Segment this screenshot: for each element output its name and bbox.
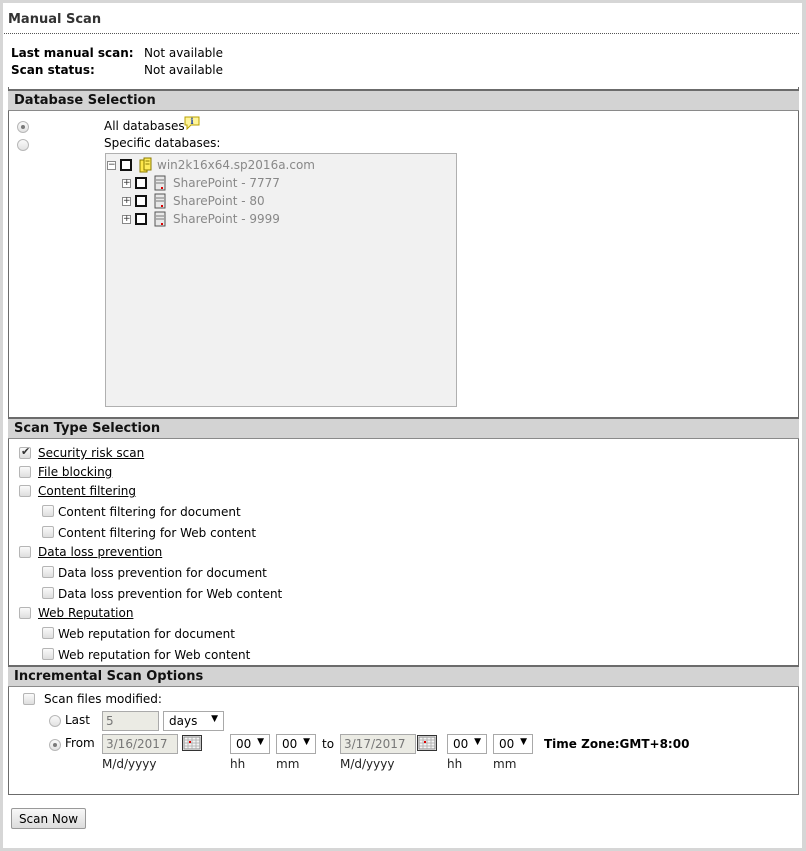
content-filtering-checkbox[interactable] (19, 485, 31, 497)
data-loss-prevention-checkbox[interactable] (19, 546, 31, 558)
database-icon (154, 175, 166, 191)
from-hour-value: 00 (236, 737, 252, 751)
expand-icon[interactable]: + (122, 197, 131, 206)
collapse-icon[interactable]: − (107, 161, 116, 170)
info-icon[interactable]: i (184, 116, 200, 130)
web-reputation-link[interactable]: Web Reputation (38, 606, 133, 620)
title-divider (4, 33, 799, 34)
web-reputation-document-checkbox[interactable] (42, 627, 54, 639)
dropdown-arrow-icon: ▼ (303, 737, 310, 747)
server-checkbox[interactable] (120, 159, 132, 171)
incremental-scan-heading: Incremental Scan Options (8, 665, 799, 687)
page-title: Manual Scan (8, 12, 102, 27)
from-minute-hint: mm (276, 757, 300, 771)
dropdown-arrow-icon: ▼ (257, 737, 264, 747)
file-blocking-checkbox[interactable] (19, 466, 31, 478)
to-minute-hint: mm (493, 757, 517, 771)
last-radio[interactable] (49, 715, 61, 727)
to-hour-select[interactable]: 00 ▼ (447, 734, 487, 754)
all-databases-radio[interactable] (17, 121, 29, 133)
web-reputation-web-checkbox[interactable] (42, 648, 54, 660)
scan-status-row: Scan status: Not available (11, 63, 223, 77)
from-minute-select[interactable]: 00 ▼ (276, 734, 316, 754)
database-label[interactable]: SharePoint - 7777 (173, 176, 280, 190)
scan-files-modified-label: Scan files modified: (44, 692, 162, 706)
database-checkbox[interactable] (135, 213, 147, 225)
dlp-web-label: Data loss prevention for Web content (58, 587, 283, 601)
from-date-format-hint: M/d/yyyy (102, 757, 157, 771)
from-hour-hint: hh (230, 757, 246, 771)
content-filtering-link[interactable]: Content filtering (38, 484, 136, 498)
last-scan-value: Not available (144, 46, 224, 60)
to-minute-value: 00 (499, 737, 515, 751)
dlp-document-label: Data loss prevention for document (58, 566, 267, 580)
last-scan-label: Last manual scan: (11, 46, 134, 60)
data-loss-prevention-link[interactable]: Data loss prevention (38, 545, 162, 559)
scan-now-button[interactable]: Scan Now (11, 808, 86, 829)
from-hour-select[interactable]: 00 ▼ (230, 734, 270, 754)
scan-type-heading: Scan Type Selection (8, 417, 799, 439)
svg-text:i: i (190, 116, 193, 126)
from-minute-value: 00 (282, 737, 298, 751)
from-calendar-icon[interactable] (182, 735, 202, 751)
specific-databases-label: Specific databases: (104, 136, 221, 150)
last-value-input[interactable]: 5 (102, 711, 159, 731)
from-radio[interactable] (49, 739, 61, 751)
server-icon (139, 157, 152, 173)
to-hour-hint: hh (447, 757, 463, 771)
web-reputation-document-label: Web reputation for document (58, 627, 235, 641)
expand-icon[interactable]: + (122, 179, 131, 188)
dlp-web-checkbox[interactable] (42, 587, 54, 599)
last-unit-select[interactable]: days ▼ (163, 711, 224, 731)
last-unit-value: days (169, 714, 198, 728)
dropdown-arrow-icon: ▼ (474, 737, 481, 747)
database-icon (154, 211, 166, 227)
content-filtering-document-label: Content filtering for document (58, 505, 241, 519)
content-filtering-web-checkbox[interactable] (42, 526, 54, 538)
server-label[interactable]: win2k16x64.sp2016a.com (157, 158, 315, 172)
to-label: to (322, 737, 335, 751)
security-risk-scan-link[interactable]: Security risk scan (38, 446, 144, 460)
to-date-format-hint: M/d/yyyy (340, 757, 395, 771)
scan-files-modified-checkbox[interactable] (23, 693, 35, 705)
from-date-input[interactable]: 3/16/2017 (102, 734, 178, 754)
specific-databases-radio[interactable] (17, 139, 29, 151)
dlp-document-checkbox[interactable] (42, 566, 54, 578)
content-filtering-document-checkbox[interactable] (42, 505, 54, 517)
web-reputation-web-label: Web reputation for Web content (58, 648, 251, 662)
database-checkbox[interactable] (135, 195, 147, 207)
from-label: From (65, 736, 95, 750)
last-label: Last (65, 713, 90, 727)
database-label[interactable]: SharePoint - 80 (173, 194, 265, 208)
dropdown-arrow-icon: ▼ (520, 737, 527, 747)
database-selection-heading: Database Selection (8, 89, 799, 111)
dropdown-arrow-icon: ▼ (211, 714, 218, 724)
file-blocking-link[interactable]: File blocking (38, 465, 112, 479)
all-databases-label: All databases (104, 119, 185, 133)
database-checkbox[interactable] (135, 177, 147, 189)
to-calendar-icon[interactable] (417, 735, 437, 751)
scan-status-value: Not available (144, 63, 224, 77)
timezone-label: Time Zone:GMT+8:00 (544, 737, 690, 751)
content-filtering-web-label: Content filtering for Web content (58, 526, 257, 540)
expand-icon[interactable]: + (122, 215, 131, 224)
to-date-input[interactable]: 3/17/2017 (340, 734, 416, 754)
scan-status-label: Scan status: (11, 63, 95, 77)
web-reputation-checkbox[interactable] (19, 607, 31, 619)
database-tree: − win2k16x64.sp2016a.com + SharePoint - … (105, 153, 457, 407)
to-minute-select[interactable]: 00 ▼ (493, 734, 533, 754)
database-label[interactable]: SharePoint - 9999 (173, 212, 280, 226)
security-risk-scan-checkbox[interactable] (19, 445, 31, 459)
last-scan-row: Last manual scan: Not available (11, 46, 223, 60)
database-icon (154, 193, 166, 209)
to-hour-value: 00 (453, 737, 469, 751)
